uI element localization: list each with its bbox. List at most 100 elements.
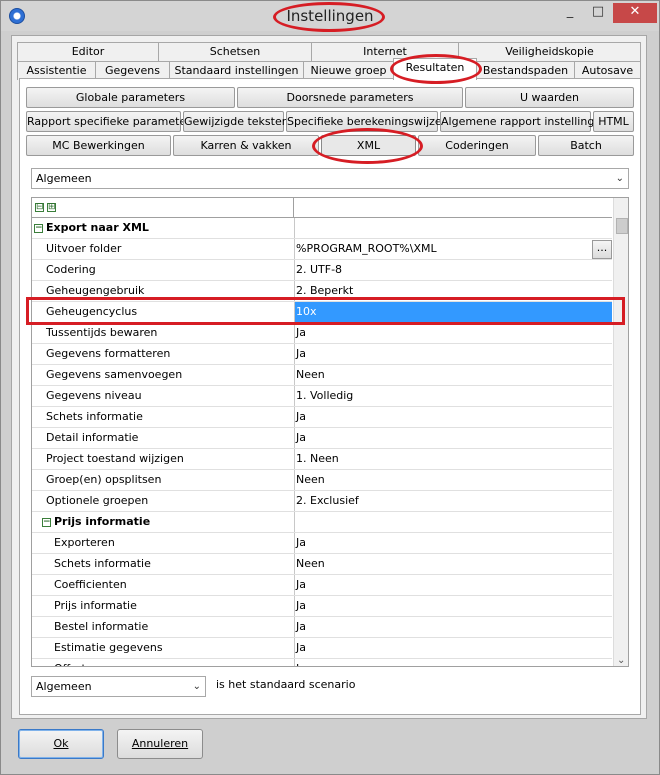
property-row[interactable]: Detail informatie Ja (32, 428, 612, 449)
property-name: Codering (32, 260, 293, 280)
property-row[interactable]: Tussentijds bewaren Ja (32, 323, 612, 344)
coderingen-button[interactable]: Coderingen (418, 135, 536, 156)
property-row[interactable]: Bestel informatie Ja (32, 617, 612, 638)
property-row[interactable]: Optionele groepen 2. Exclusief (32, 491, 612, 512)
property-row[interactable]: Gegevens formatteren Ja (32, 344, 612, 365)
collapse-icon[interactable]: − (34, 223, 43, 233)
property-name-text: Prijs informatie (54, 515, 151, 528)
specifieke-berekeningswijzen-button[interactable]: Specifieke berekeningswijzen (286, 111, 449, 132)
property-value-text: Ja (296, 599, 306, 612)
property-name: Estimatie gegevens (32, 638, 293, 658)
property-name: Project toestand wijzigen (32, 449, 293, 469)
xml-button[interactable]: XML (321, 135, 416, 156)
property-value[interactable]: Ja (294, 428, 612, 448)
property-value[interactable]: 1. Neen (294, 449, 612, 469)
property-value[interactable]: 1. Volledig (294, 386, 612, 406)
property-value[interactable]: 2. Beperkt (294, 281, 612, 301)
property-value[interactable]: 2. Exclusief (294, 491, 612, 511)
gewijzigde-teksten-button[interactable]: Gewijzigde teksten (183, 111, 289, 132)
property-group-row[interactable]: − Export naar XML (32, 218, 612, 239)
property-value[interactable]: Ja (294, 323, 612, 343)
scroll-down-icon[interactable]: ⌄ (617, 655, 625, 666)
property-row[interactable]: Codering 2. UTF-8 (32, 260, 612, 281)
scenario-dropdown[interactable]: Algemeen ⌄ (31, 676, 206, 697)
property-row[interactable]: Coefficienten Ja (32, 575, 612, 596)
property-value-text: Ja (296, 620, 306, 633)
expand-all-icon[interactable]: ⊞ (47, 203, 56, 212)
property-value-text: 10x (296, 305, 317, 318)
property-row[interactable]: Project toestand wijzigen 1. Neen (32, 449, 612, 470)
property-group-row[interactable]: − Prijs informatie (32, 512, 612, 533)
maximize-button[interactable]: □ (585, 3, 611, 23)
property-value[interactable]: Ja (294, 596, 612, 616)
close-button[interactable]: ✕ (613, 3, 657, 23)
karren-en-vakken-button[interactable]: Karren & vakken (173, 135, 319, 156)
property-value[interactable]: Ja (294, 659, 612, 666)
grid-scrollbar[interactable]: ⌄ (613, 198, 628, 666)
doorsnede-parameters-button[interactable]: Doorsnede parameters (237, 87, 463, 108)
property-row[interactable]: Exporteren Ja (32, 533, 612, 554)
tab-schetsen[interactable]: Schetsen (158, 42, 312, 61)
property-name-text: Optionele groepen (46, 494, 149, 507)
property-value[interactable]: 10x (294, 302, 612, 322)
cancel-button[interactable]: Annuleren (117, 729, 203, 759)
property-row[interactable]: Geheugencyclus 10x (32, 302, 612, 323)
property-name: Tussentijds bewaren (32, 323, 293, 343)
minimize-button[interactable]: _ (557, 3, 583, 23)
property-row[interactable]: Gegevens samenvoegen Neen (32, 365, 612, 386)
collapse-icon[interactable]: − (42, 517, 51, 527)
browse-folder-button[interactable]: ... (592, 240, 612, 259)
property-value-text: Ja (296, 641, 306, 654)
property-value[interactable]: Ja (294, 575, 612, 595)
property-value[interactable]: Ja (294, 638, 612, 658)
chevron-down-icon: ⌄ (615, 173, 624, 184)
tab-veiligheidskopie[interactable]: Veiligheidskopie (458, 42, 641, 61)
globale-parameters-button[interactable]: Globale parameters (26, 87, 235, 108)
property-name: Gegevens formatteren (32, 344, 293, 364)
property-row[interactable]: Offerte gegevens Ja (32, 659, 612, 666)
tab-editor[interactable]: Editor (17, 42, 159, 61)
property-value[interactable]: %PROGRAM_ROOT%\XML... (294, 239, 612, 259)
property-value[interactable]: 2. UTF-8 (294, 260, 612, 280)
property-row[interactable]: Gegevens niveau 1. Volledig (32, 386, 612, 407)
property-value[interactable]: Neen (294, 470, 612, 490)
property-row[interactable]: Geheugengebruik 2. Beperkt (32, 281, 612, 302)
property-name-text: Uitvoer folder (46, 242, 122, 255)
category-dropdown[interactable]: Algemeen ⌄ (31, 168, 629, 189)
mc-bewerkingen-button[interactable]: MC Bewerkingen (26, 135, 171, 156)
property-value-text: 1. Neen (296, 452, 339, 465)
property-grid[interactable]: ⊟ ⊞ − Export naar XML Uitvoer folder %PROGR… (31, 197, 629, 667)
property-name: Groep(en) opsplitsen (32, 470, 293, 490)
property-row[interactable]: Schets informatie Ja (32, 407, 612, 428)
scenario-dropdown-value: Algemeen (36, 680, 92, 693)
ok-button[interactable]: Ok (18, 729, 104, 759)
property-name: Coefficienten (32, 575, 293, 595)
property-row[interactable]: Estimatie gegevens Ja (32, 638, 612, 659)
property-name-text: Export naar XML (46, 221, 149, 234)
rapport-specifieke-parameters-button[interactable]: Rapport specifieke parameters (26, 111, 197, 132)
scrollbar-thumb[interactable] (616, 218, 628, 234)
property-row[interactable]: Schets informatie Neen (32, 554, 612, 575)
property-value[interactable]: Neen (294, 365, 612, 385)
batch-button[interactable]: Batch (538, 135, 634, 156)
property-value[interactable]: Ja (294, 617, 612, 637)
u-waarden-button[interactable]: U waarden (465, 87, 634, 108)
property-value[interactable]: Ja (294, 344, 612, 364)
property-row[interactable]: Uitvoer folder %PROGRAM_ROOT%\XML... (32, 239, 612, 260)
property-name-text: Schets informatie (54, 557, 151, 570)
property-name: Schets informatie (32, 407, 293, 427)
html-button[interactable]: HTML (593, 111, 634, 132)
collapse-all-icon[interactable]: ⊟ (35, 203, 44, 212)
property-row[interactable]: Prijs informatie Ja (32, 596, 612, 617)
property-value[interactable]: Ja (294, 407, 612, 427)
property-value[interactable]: Ja (294, 533, 612, 553)
algemene-rapport-instellingen-button[interactable]: Algemene rapport instellingen (440, 111, 608, 132)
ok-label: Ok (53, 737, 69, 750)
title-highlight-ellipse (273, 2, 385, 32)
property-row[interactable]: Groep(en) opsplitsen Neen (32, 470, 612, 491)
property-name-text: Geheugencyclus (46, 305, 138, 318)
property-value[interactable]: Neen (294, 554, 612, 574)
property-name-text: Detail informatie (46, 431, 139, 444)
tab-resultaten[interactable]: Resultaten (393, 58, 477, 80)
property-name-text: Prijs informatie (54, 599, 137, 612)
